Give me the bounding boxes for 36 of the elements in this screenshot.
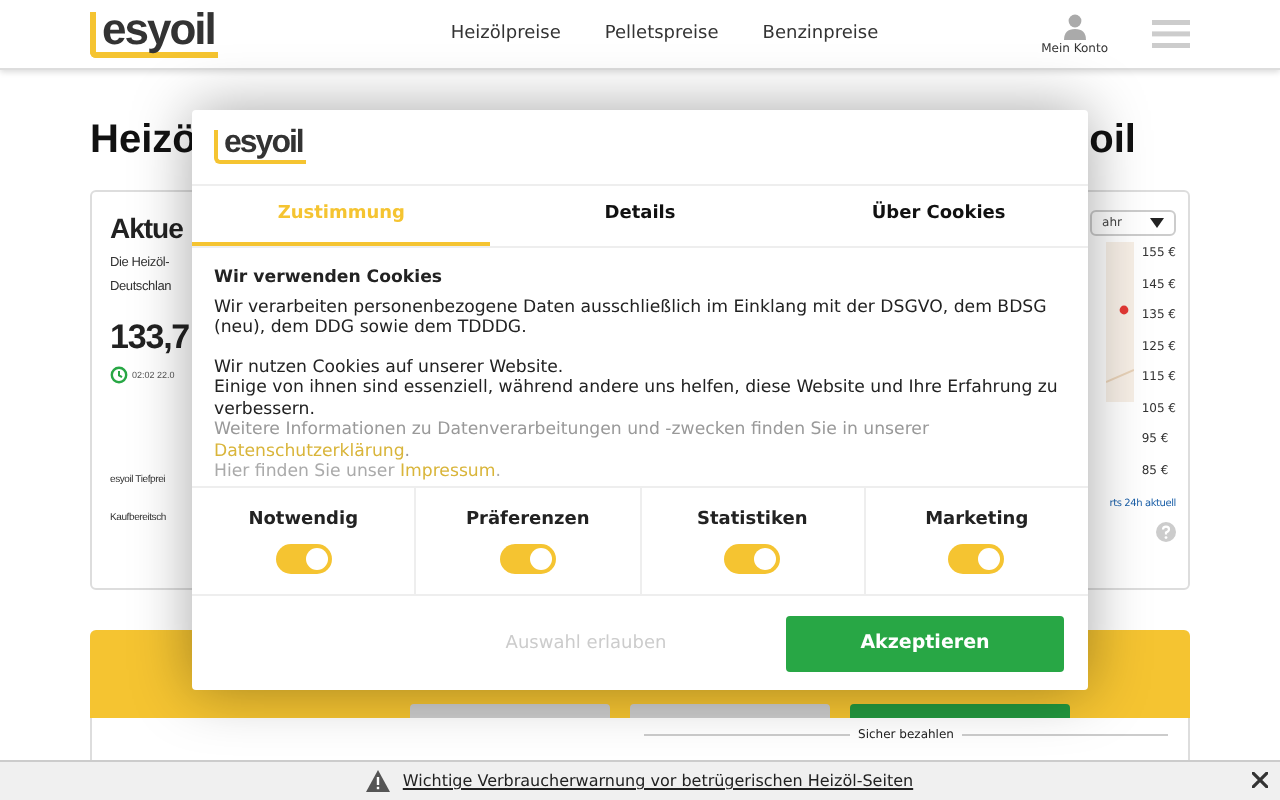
close-icon[interactable] (1252, 772, 1268, 788)
category-label: Notwendig (248, 509, 359, 529)
page-heading: oil (1089, 118, 1136, 164)
dialog-text: Weitere Informationen zu Datenverarbeitungen und -zwecken finden Sie in unserer Datenschutzerklärung. (214, 420, 931, 462)
dialog-title: Wir verwenden Cookies (214, 268, 445, 289)
dialog-tab[interactable]: Details (490, 186, 790, 246)
price-value: 133,7 (110, 318, 190, 358)
clock-icon (110, 366, 128, 384)
user-icon[interactable] (1063, 13, 1086, 39)
category-toggle[interactable] (499, 543, 556, 573)
dialog-text: Hier finden Sie unser Impressum. (214, 462, 503, 483)
warning-icon (366, 770, 391, 792)
logo[interactable]: esyoil (214, 130, 307, 164)
category-label: Statistiken (697, 509, 808, 529)
form-field[interactable] (410, 704, 610, 718)
category-label: Marketing (925, 509, 1029, 529)
order-button[interactable] (850, 704, 1070, 718)
dialog-tab[interactable]: Über Cookies (789, 186, 1088, 246)
nav-link[interactable]: Benzinpreise (762, 24, 879, 44)
category-toggle[interactable] (948, 543, 1005, 573)
logo[interactable]: esyoil (90, 11, 219, 57)
category-toggle[interactable] (724, 543, 781, 573)
form-field[interactable] (630, 704, 830, 718)
category-toggle[interactable] (275, 543, 332, 573)
caret-icon (1150, 218, 1164, 228)
nav-link[interactable]: Heizölpreise (450, 24, 561, 44)
nav-link[interactable]: Pelletspreise (604, 24, 719, 44)
dialog-text: Einige von ihnen sind essenziell, während andere uns helfen, diese Website und Ihre Erfahrung zu verbessern. (214, 378, 1060, 420)
dialog-text: Wir verarbeiten personenbezogene Daten ausschließlich im Einklang mit der DSGVO, dem BDSG (neu), dem DDG sowie dem TDDDG. (214, 297, 1049, 339)
dialog-text: Wir nutzen Cookies auf unserer Website. (214, 357, 566, 378)
help-icon[interactable] (1156, 521, 1176, 541)
menu-icon[interactable] (1152, 20, 1190, 48)
warning-link[interactable]: Wichtige Verbraucherwarnung vor betrügerischen Heizöl-Seiten (402, 772, 914, 790)
card-title: Aktue (110, 212, 185, 244)
category-label: Präferenzen (465, 509, 590, 529)
page-heading: Heizö (90, 118, 197, 164)
